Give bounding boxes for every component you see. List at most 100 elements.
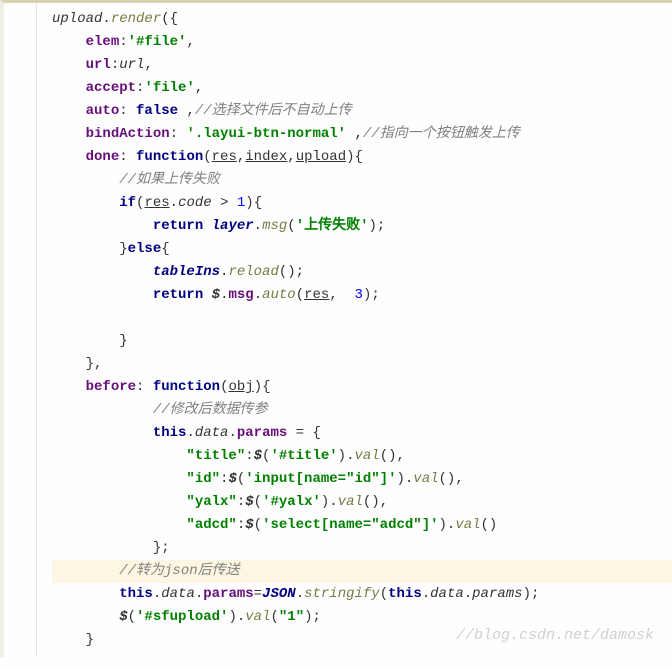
keyword: this (388, 586, 422, 602)
code-line: return layer.msg('上传失败'); (52, 215, 672, 238)
code-line: //修改后数据传参 (52, 399, 672, 422)
keyword: return (153, 287, 203, 303)
code-line: }else{ (52, 238, 672, 261)
method-call: render (111, 11, 161, 27)
code-line: upload.render({ (52, 8, 672, 31)
method-call: val (413, 471, 438, 487)
property: accept (86, 80, 136, 96)
identifier: data (195, 425, 229, 441)
property: auto (86, 103, 120, 119)
keyword: if (119, 195, 136, 211)
identifier: $ (228, 471, 236, 487)
identifier: code (178, 195, 212, 211)
number-literal: 3 (355, 287, 363, 303)
identifier: upload (52, 11, 102, 27)
parameter: upload (296, 149, 346, 165)
method-call: reload (228, 264, 278, 280)
identifier: res (304, 287, 329, 303)
string-literal: '#yalx' (262, 494, 321, 510)
string-literal: '#title' (270, 448, 337, 464)
comment: //修改后数据传参 (153, 402, 268, 418)
code-line: before: function(obj){ (52, 376, 672, 399)
code-line: url:url, (52, 54, 672, 77)
string-literal: 'file' (144, 80, 194, 96)
identifier: layer (212, 218, 254, 234)
method-call: val (354, 448, 379, 464)
code-line: "yalx":$('#yalx').val(), (52, 491, 672, 514)
keyword: this (119, 586, 153, 602)
identifier: $ (254, 448, 262, 464)
parameter: res (212, 149, 237, 165)
code-line: //如果上传失败 (52, 169, 672, 192)
identifier: $ (119, 609, 127, 625)
code-line: "adcd":$('select[name="adcd"]').val() (52, 514, 672, 537)
code-line: return $.msg.auto(res, 3); (52, 284, 672, 307)
code-line: this.data.params = { (52, 422, 672, 445)
identifier: params (472, 586, 522, 602)
identifier: data (430, 586, 464, 602)
code-line: auto: false ,//选择文件后不自动上传 (52, 100, 672, 123)
method-call: auto (262, 287, 296, 303)
string-literal: "title" (186, 448, 245, 464)
watermark: //blog.csdn.net/damosk (456, 624, 654, 647)
comment: //如果上传失败 (119, 172, 220, 188)
method-call: msg (262, 218, 287, 234)
keyword: function (153, 379, 220, 395)
code-line (52, 307, 672, 330)
code-line: tableIns.reload(); (52, 261, 672, 284)
identifier: res (144, 195, 169, 211)
property: msg (228, 287, 253, 303)
code-line: } (52, 330, 672, 353)
comment: //转为json后传送 (119, 563, 239, 579)
string-literal: "yalx" (186, 494, 236, 510)
identifier: data (161, 586, 195, 602)
code-line-highlighted: //转为json后传送 (52, 560, 672, 583)
identifier: $ (245, 517, 253, 533)
parameter: obj (228, 379, 253, 395)
code-line: elem:'#file', (52, 31, 672, 54)
comment: //选择文件后不自动上传 (195, 103, 352, 119)
identifier: $ (212, 287, 220, 303)
method-call: val (455, 517, 480, 533)
string-literal: '#file' (128, 34, 187, 50)
keyword: function (136, 149, 203, 165)
keyword: return (153, 218, 203, 234)
code-line: if(res.code > 1){ (52, 192, 672, 215)
code-line: }; (52, 537, 672, 560)
identifier: $ (245, 494, 253, 510)
method-call: val (338, 494, 363, 510)
code-line: "title":$('#title').val(), (52, 445, 672, 468)
identifier: url (119, 57, 144, 73)
code-editor: upload.render({ elem:'#file', url:url, a… (0, 0, 672, 657)
property: bindAction (86, 126, 170, 142)
property: params (203, 586, 253, 602)
string-literal: "id" (186, 471, 220, 487)
property: before (86, 379, 136, 395)
string-literal: '.layui-btn-normal' (186, 126, 346, 142)
comment: //指向一个按钮触发上传 (363, 126, 520, 142)
code-line: done: function(res,index,upload){ (52, 146, 672, 169)
string-literal: "adcd" (186, 517, 236, 533)
property: params (237, 425, 287, 441)
string-literal: "1" (279, 609, 304, 625)
code-line: accept:'file', (52, 77, 672, 100)
code-line: }, (52, 353, 672, 376)
string-literal: '上传失败' (296, 218, 369, 234)
code-line: bindAction: '.layui-btn-normal' ,//指向一个按… (52, 123, 672, 146)
gutter (4, 3, 37, 657)
string-literal: 'select[name="adcd"]' (262, 517, 438, 533)
property: url (86, 57, 111, 73)
code-line: "id":$('input[name="id"]').val(), (52, 468, 672, 491)
string-literal: '#sfupload' (136, 609, 228, 625)
string-literal: 'input[name="id"]' (245, 471, 396, 487)
identifier: tableIns (153, 264, 220, 280)
identifier: JSON (262, 586, 296, 602)
keyword: else (128, 241, 162, 257)
method-call: stringify (304, 586, 380, 602)
code-line: this.data.params=JSON.stringify(this.dat… (52, 583, 672, 606)
keyword: false (136, 103, 178, 119)
property: done (86, 149, 120, 165)
method-call: val (245, 609, 270, 625)
keyword: this (153, 425, 187, 441)
parameter: index (245, 149, 287, 165)
